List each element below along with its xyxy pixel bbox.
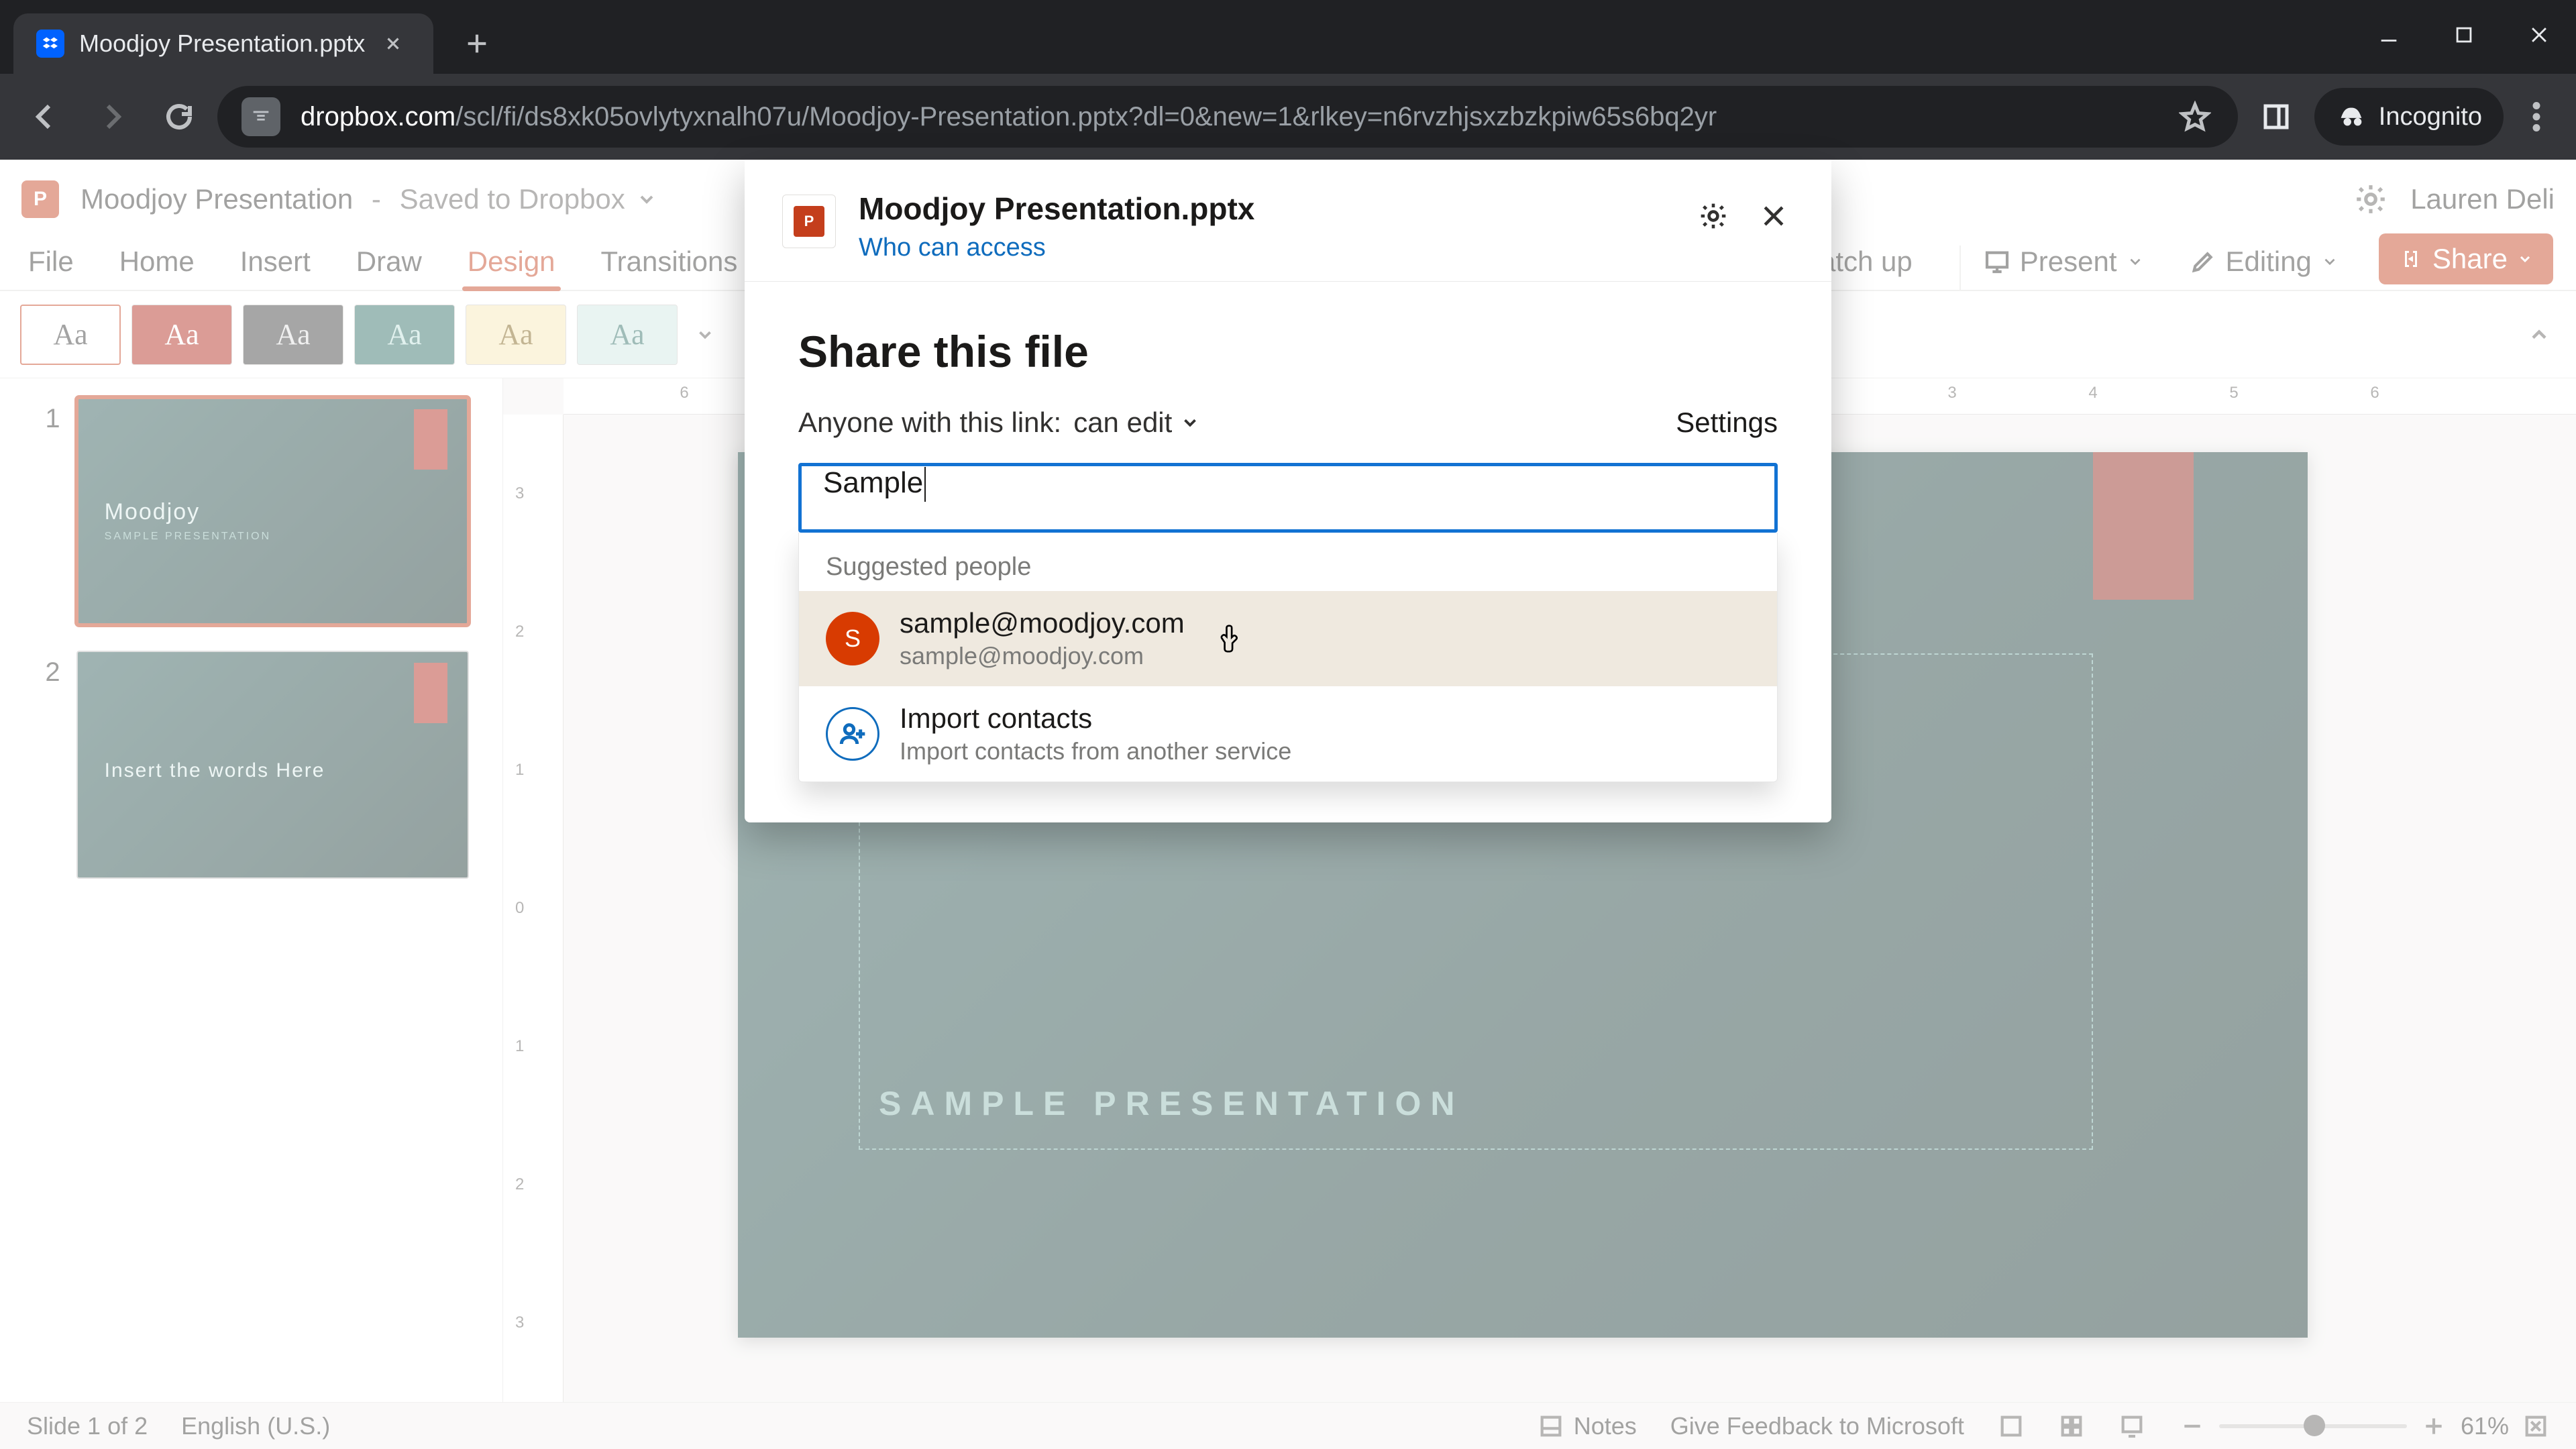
permission-prefix: Anyone with this link: bbox=[798, 407, 1061, 439]
share-file-name: Moodjoy Presentation.pptx bbox=[859, 191, 1670, 227]
share-dialog: P Moodjoy Presentation.pptx Who can acce… bbox=[745, 160, 1831, 822]
import-primary: Import contacts bbox=[900, 702, 1291, 735]
incognito-indicator[interactable]: Incognito bbox=[2314, 88, 2504, 146]
url-text: dropbox.com/scl/fi/ds8xk05ovlytyxnalh07u… bbox=[301, 102, 2156, 132]
powerpoint-app: P Moodjoy Presentation - Saved to Dropbo… bbox=[0, 160, 2576, 1449]
tab-close-button[interactable] bbox=[380, 30, 407, 57]
import-secondary: Import contacts from another service bbox=[900, 737, 1291, 765]
file-type-icon: P bbox=[782, 195, 836, 248]
suggestion-secondary: sample@moodjoy.com bbox=[900, 642, 1185, 670]
browser-toolbar: dropbox.com/scl/fi/ds8xk05ovlytyxnalh07u… bbox=[0, 74, 2576, 160]
modal-backdrop[interactable]: P Moodjoy Presentation.pptx Who can acce… bbox=[0, 160, 2576, 1449]
suggestions-panel: Suggested people S sample@moodjoy.com sa… bbox=[798, 533, 1778, 782]
tab-title: Moodjoy Presentation.pptx bbox=[79, 30, 365, 58]
dropbox-favicon bbox=[36, 30, 64, 58]
chevron-down-icon bbox=[1180, 413, 1200, 433]
bookmark-star-icon[interactable] bbox=[2176, 98, 2214, 136]
window-minimize-button[interactable] bbox=[2365, 15, 2412, 55]
window-close-button[interactable] bbox=[2516, 15, 2563, 55]
import-contacts-icon bbox=[826, 707, 879, 761]
link-settings-button[interactable]: Settings bbox=[1676, 407, 1778, 439]
address-bar[interactable]: dropbox.com/scl/fi/ds8xk05ovlytyxnalh07u… bbox=[217, 86, 2238, 148]
browser-menu-button[interactable] bbox=[2513, 93, 2560, 140]
people-input[interactable]: Sample bbox=[798, 463, 1778, 533]
incognito-label: Incognito bbox=[2379, 103, 2482, 131]
who-can-access-link[interactable]: Who can access bbox=[859, 233, 1670, 262]
side-panel-icon[interactable] bbox=[2247, 88, 2305, 146]
permission-dropdown[interactable]: can edit bbox=[1073, 407, 1200, 439]
suggestions-header: Suggested people bbox=[799, 533, 1777, 591]
share-heading: Share this file bbox=[798, 326, 1778, 377]
new-tab-button[interactable] bbox=[453, 20, 500, 67]
import-contacts-item[interactable]: Import contacts Import contacts from ano… bbox=[799, 686, 1777, 782]
share-settings-button[interactable] bbox=[1693, 196, 1733, 236]
close-dialog-button[interactable] bbox=[1754, 196, 1794, 236]
window-maximize-button[interactable] bbox=[2440, 15, 2487, 55]
people-input-value: Sample bbox=[823, 466, 923, 499]
nav-reload-button[interactable] bbox=[150, 88, 208, 146]
browser-tab-active[interactable]: Moodjoy Presentation.pptx bbox=[13, 13, 433, 74]
site-settings-icon[interactable] bbox=[241, 97, 280, 136]
cursor-icon bbox=[1218, 623, 1249, 654]
suggestion-person[interactable]: S sample@moodjoy.com sample@moodjoy.com bbox=[799, 591, 1777, 686]
browser-tabstrip: Moodjoy Presentation.pptx bbox=[0, 0, 2576, 74]
nav-forward-button[interactable] bbox=[83, 88, 141, 146]
suggestion-primary: sample@moodjoy.com bbox=[900, 607, 1185, 639]
nav-back-button[interactable] bbox=[16, 88, 74, 146]
avatar: S bbox=[826, 612, 879, 665]
